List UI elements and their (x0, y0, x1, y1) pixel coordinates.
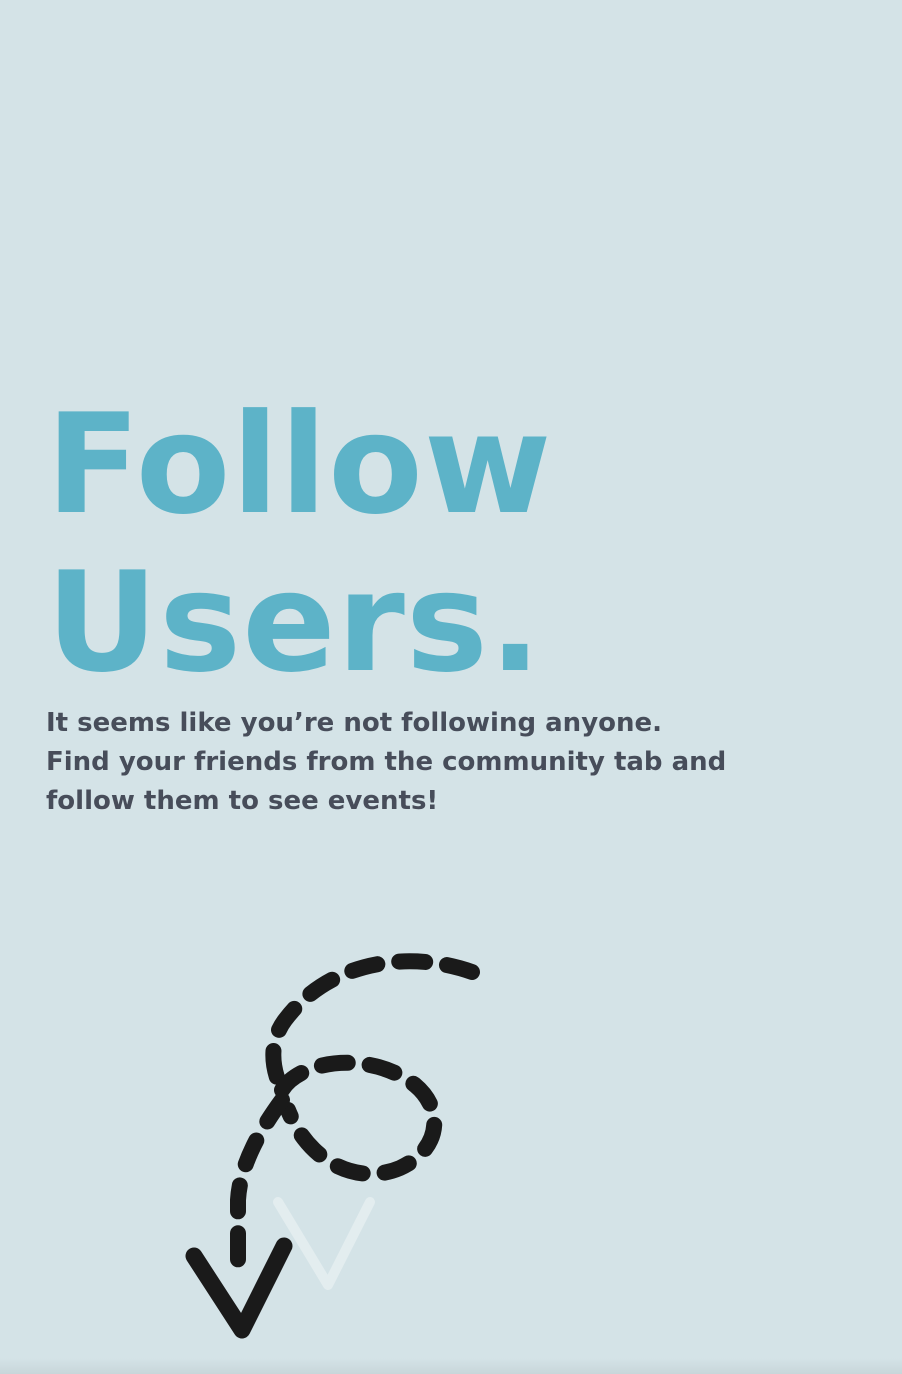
empty-state-screen: Follow Users. It seems like you’re not f… (0, 0, 902, 1374)
message-line-2: Find your friends from the community tab… (46, 747, 727, 777)
empty-state-message: It seems like you’re not following anyon… (46, 704, 806, 821)
message-line-1: It seems like you’re not following anyon… (46, 708, 663, 738)
title-line-1: Follow (46, 384, 553, 545)
message-line-3: follow them to see events! (46, 786, 439, 816)
arrow-loop (274, 1054, 443, 1182)
page-title: Follow Users. (46, 386, 552, 702)
title-line-2: Users. (46, 542, 543, 703)
dashed-loop-arrow-down-icon (185, 953, 480, 1339)
bottom-edge-shadow (0, 1358, 902, 1374)
